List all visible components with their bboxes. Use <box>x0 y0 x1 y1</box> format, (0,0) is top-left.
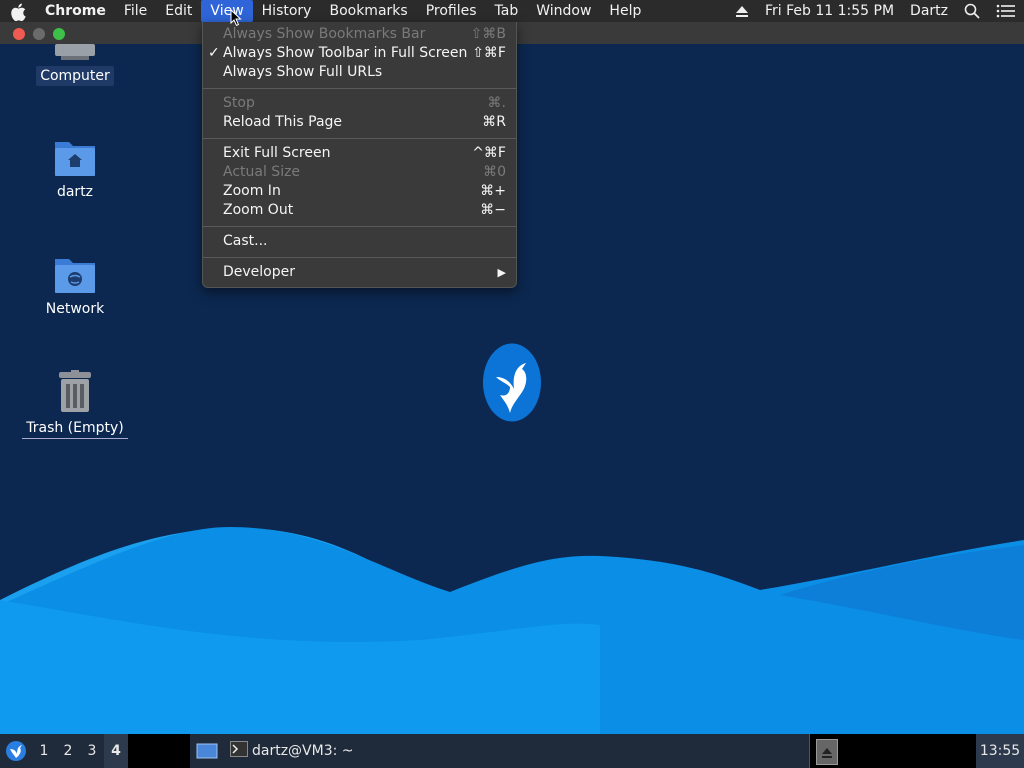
trash-icon <box>20 370 130 418</box>
menu-item-label: Always Show Bookmarks Bar <box>223 26 426 42</box>
terminal-icon <box>230 741 248 761</box>
taskbar-task-terminal[interactable]: dartz@VM3: ~ <box>224 734 360 768</box>
menu-item-always-show-toolbar-in-full-screen[interactable]: ✓ Always Show Toolbar in Full Screen ⇧⌘F <box>203 44 516 63</box>
menu-item-label: Stop <box>223 95 255 111</box>
desktop-icon-computer[interactable]: Computer <box>20 44 130 86</box>
menubar: Chrome File Edit View History Bookmarks … <box>0 0 1024 22</box>
menubar-user[interactable]: Dartz <box>902 0 956 22</box>
desktop-icon-dartz[interactable]: dartz <box>20 138 130 202</box>
menu-bookmarks[interactable]: Bookmarks <box>320 0 416 22</box>
xubuntu-logo <box>482 343 542 422</box>
menu-item-label: Reload This Page <box>223 114 343 130</box>
menu-tab[interactable]: Tab <box>486 0 528 22</box>
show-desktop-icon[interactable] <box>190 734 224 768</box>
menu-edit[interactable]: Edit <box>156 0 201 22</box>
menu-item-zoom-out[interactable]: Zoom Out ⌘− <box>203 201 516 220</box>
view-menu-dropdown: Always Show Bookmarks Bar ⇧⌘B ✓ Always S… <box>202 22 517 288</box>
spotlight-search-icon[interactable] <box>956 0 988 22</box>
menu-item-shortcut: ⇧⌘F <box>472 45 506 61</box>
menu-separator <box>203 226 516 227</box>
menu-item-reload-this-page[interactable]: Reload This Page ⌘R <box>203 113 516 132</box>
submenu-arrow-icon: ▶ <box>497 266 506 279</box>
desktop-icon-network[interactable]: Network <box>20 255 130 319</box>
taskbar-spacer <box>128 734 190 768</box>
menu-separator <box>203 138 516 139</box>
desktop-icon-label: Computer <box>36 66 114 86</box>
task-label: dartz@VM3: ~ <box>252 743 354 759</box>
whisker-menu-icon[interactable] <box>0 740 32 762</box>
menu-item-stop[interactable]: Stop ⌘. <box>203 94 516 113</box>
menu-item-shortcut: ⇧⌘B <box>470 26 506 42</box>
menu-item-always-show-bookmarks-bar[interactable]: Always Show Bookmarks Bar ⇧⌘B <box>203 25 516 44</box>
mouse-cursor-icon <box>230 8 242 31</box>
desktop-icon-label: dartz <box>56 184 94 200</box>
workspace-1[interactable]: 1 <box>32 743 56 759</box>
menu-item-label: Always Show Toolbar in Full Screen <box>223 45 468 61</box>
menu-item-label: Exit Full Screen <box>223 145 331 161</box>
menu-item-actual-size[interactable]: Actual Size ⌘0 <box>203 163 516 182</box>
zoom-window-button[interactable] <box>53 28 65 40</box>
checkmark-icon: ✓ <box>208 45 220 61</box>
menu-app-chrome[interactable]: Chrome <box>36 0 115 22</box>
workspace-4[interactable]: 4 <box>104 734 128 768</box>
menu-profiles[interactable]: Profiles <box>417 0 486 22</box>
menu-item-shortcut: ⌘0 <box>483 164 506 180</box>
close-window-button[interactable] <box>13 28 25 40</box>
menu-item-label: Always Show Full URLs <box>223 64 383 80</box>
desktop-icon-label: Network <box>45 301 105 317</box>
workspace-2[interactable]: 2 <box>56 743 80 759</box>
menu-history[interactable]: History <box>253 0 321 22</box>
eject-icon[interactable] <box>727 0 757 22</box>
menu-file[interactable]: File <box>115 0 156 22</box>
menu-item-cast[interactable]: Cast... <box>203 232 516 251</box>
taskbar-clock[interactable]: 13:55 <box>976 734 1024 768</box>
menu-item-shortcut: ⌘− <box>480 202 506 218</box>
menu-separator <box>203 257 516 258</box>
menu-item-label: Developer <box>223 264 296 280</box>
menu-item-shortcut: ⌘+ <box>480 183 506 199</box>
menu-item-zoom-in[interactable]: Zoom In ⌘+ <box>203 182 516 201</box>
desktop-icon-trash[interactable]: Trash (Empty) <box>20 370 130 439</box>
network-folder-icon <box>20 255 130 299</box>
notification-list-icon[interactable] <box>988 0 1024 22</box>
menu-item-shortcut: ⌘. <box>487 95 506 111</box>
menu-view[interactable]: View <box>201 0 253 22</box>
menu-item-developer[interactable]: Developer ▶ <box>203 263 516 282</box>
home-folder-icon <box>20 138 130 182</box>
menu-item-label: Zoom In <box>223 183 281 199</box>
menu-item-label: Actual Size <box>223 164 301 180</box>
tray-eject-icon[interactable] <box>816 739 838 765</box>
apple-icon[interactable] <box>0 0 36 22</box>
menu-item-exit-full-screen[interactable]: Exit Full Screen ^⌘F <box>203 144 516 163</box>
taskbar: 1 2 3 4 dartz@VM3: ~ 13:55 <box>0 734 1024 768</box>
menu-help[interactable]: Help <box>600 0 650 22</box>
menu-window[interactable]: Window <box>527 0 600 22</box>
menu-item-shortcut: ^⌘F <box>472 145 506 161</box>
computer-icon <box>20 44 130 66</box>
workspace-3[interactable]: 3 <box>80 743 104 759</box>
systray <box>809 734 976 768</box>
desktop-icon-label: Trash (Empty) <box>22 418 128 439</box>
menu-item-always-show-full-urls[interactable]: Always Show Full URLs <box>203 63 516 82</box>
menu-item-label: Cast... <box>223 233 268 249</box>
menubar-datetime[interactable]: Fri Feb 11 1:55 PM <box>757 0 902 22</box>
menu-item-label: Zoom Out <box>223 202 294 218</box>
menu-item-shortcut: ⌘R <box>482 114 506 130</box>
menu-separator <box>203 88 516 89</box>
minimize-window-button[interactable] <box>33 28 45 40</box>
